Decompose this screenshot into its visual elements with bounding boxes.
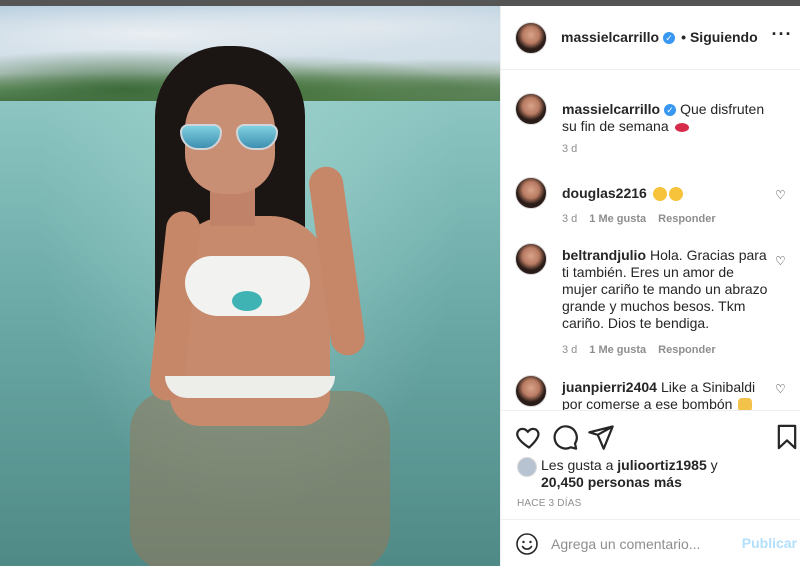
heart-eyes-emoji-icon (668, 187, 683, 202)
bikini-bottom (165, 376, 335, 398)
likes-others-link[interactable]: 20,450 personas más (541, 474, 682, 490)
author-avatar[interactable] (515, 22, 547, 54)
comment-body: douglas2216 (562, 185, 768, 202)
caption-username[interactable]: massielcarrillo (562, 101, 660, 117)
reply-button[interactable]: Responder (658, 213, 715, 225)
post-photo[interactable] (0, 6, 500, 566)
comment-avatar[interactable] (515, 243, 547, 275)
action-bar (515, 423, 797, 451)
comment-icon[interactable] (551, 423, 579, 451)
comment-avatar[interactable] (515, 177, 547, 209)
add-comment-bar: Publicar (501, 519, 800, 566)
comment-meta: 3 d 1 Me gusta Responder (562, 213, 728, 225)
comment-username[interactable]: douglas2216 (562, 185, 647, 201)
post-timestamp[interactable]: HACE 3 DÍAS (517, 498, 581, 509)
publish-button[interactable]: Publicar (742, 535, 797, 551)
comment-time: 3 d (562, 213, 578, 225)
verified-badge-icon: ✓ (664, 104, 677, 117)
comment-like-heart-icon[interactable]: ♡ (775, 255, 787, 267)
comment-meta: 3 d 1 Me gusta Responder (562, 344, 728, 356)
comment-username[interactable]: juanpierri2404 (562, 379, 657, 395)
comment-body: juanpierri2404 Like a Sinibaldi por comer… (562, 379, 768, 411)
post-header: massielcarrillo ✓ • Siguiendo ··· (501, 6, 800, 70)
comments-list[interactable]: massielcarrillo ✓ Que disfruten su fin de … (501, 71, 800, 411)
comment-likes-count[interactable]: 1 Me gusta (589, 213, 646, 225)
comment-avatar[interactable] (515, 375, 547, 407)
caption-time: 3 d (562, 143, 578, 155)
verified-badge-icon: ✓ (663, 32, 676, 45)
heart-eyes-emoji-icon (652, 187, 667, 202)
sunglasses (180, 124, 280, 150)
kiss-emoji-icon (674, 122, 689, 132)
follow-status-button[interactable]: Siguiendo (690, 29, 758, 45)
caption-body: massielcarrillo ✓ Que disfruten su fin de … (562, 101, 768, 135)
author-username[interactable]: massielcarrillo (561, 29, 659, 45)
comment-body: beltrandjulio Hola. Gracias para ti tambi… (562, 247, 768, 332)
comment-time: 3 d (562, 344, 578, 356)
bookmark-icon[interactable] (773, 423, 800, 451)
comment-likes-count[interactable]: 1 Me gusta (589, 344, 646, 356)
person-figure (130, 46, 390, 566)
comment-username[interactable]: beltrandjulio (562, 247, 646, 263)
caption-avatar[interactable] (515, 93, 547, 125)
likes-text: Les gusta a julioortiz1985 y 20,450 perso… (541, 457, 718, 490)
comment-input[interactable] (551, 534, 731, 554)
reply-button[interactable]: Responder (658, 344, 715, 356)
author-line: massielcarrillo ✓ • Siguiendo (561, 29, 758, 45)
liker-avatar[interactable] (517, 457, 537, 477)
post-panel: massielcarrillo ✓ • Siguiendo ··· massielca… (500, 6, 800, 566)
liker-username[interactable]: julioortiz1985 (617, 457, 706, 473)
more-options-icon[interactable]: ··· (769, 24, 795, 48)
share-icon[interactable] (587, 423, 615, 451)
likes-summary: Les gusta a julioortiz1985 y 20,450 perso… (517, 457, 787, 491)
caption-meta: 3 d (562, 143, 589, 155)
separator-dot: • (681, 29, 686, 45)
left-lens (180, 124, 222, 150)
comment-like-heart-icon[interactable]: ♡ (775, 383, 787, 395)
post-footer: Les gusta a julioortiz1985 y 20,450 perso… (501, 410, 800, 566)
heart-icon[interactable] (515, 423, 543, 451)
bikini-bow (232, 291, 262, 311)
comment-like-heart-icon[interactable]: ♡ (775, 189, 787, 201)
right-lens (236, 124, 278, 150)
smiley-icon[interactable] (515, 532, 539, 556)
